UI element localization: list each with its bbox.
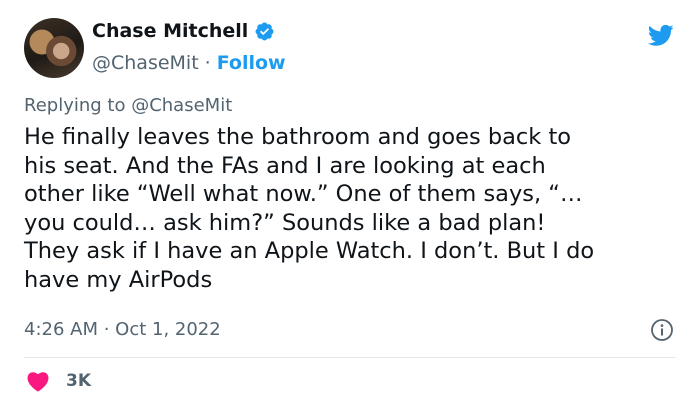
- separator-dot: ·: [204, 52, 211, 74]
- divider: [24, 357, 676, 358]
- author-handle[interactable]: @ChaseMit: [92, 52, 199, 74]
- author-name[interactable]: Chase Mitchell: [92, 20, 248, 42]
- author-name-row: Chase Mitchell: [92, 20, 275, 42]
- tweet-text: He finally leaves the bathroom and goes …: [24, 124, 595, 293]
- tweet-timestamp[interactable]: 4:26 AM · Oct 1, 2022: [24, 319, 221, 340]
- twitter-bird-icon[interactable]: [646, 22, 676, 48]
- replying-to: Replying to @ChaseMit: [24, 95, 232, 116]
- info-icon[interactable]: [650, 318, 674, 342]
- like-action[interactable]: 3K: [26, 370, 91, 392]
- reply-mention-link[interactable]: @ChaseMit: [131, 95, 232, 116]
- replying-to-label: Replying to: [24, 95, 132, 116]
- author-handle-row: @ChaseMit · Follow: [92, 52, 286, 74]
- avatar[interactable]: [24, 18, 84, 78]
- follow-button[interactable]: Follow: [217, 52, 286, 74]
- heart-icon[interactable]: [26, 370, 50, 392]
- verified-badge-icon: [255, 22, 274, 40]
- like-count: 3K: [66, 371, 92, 391]
